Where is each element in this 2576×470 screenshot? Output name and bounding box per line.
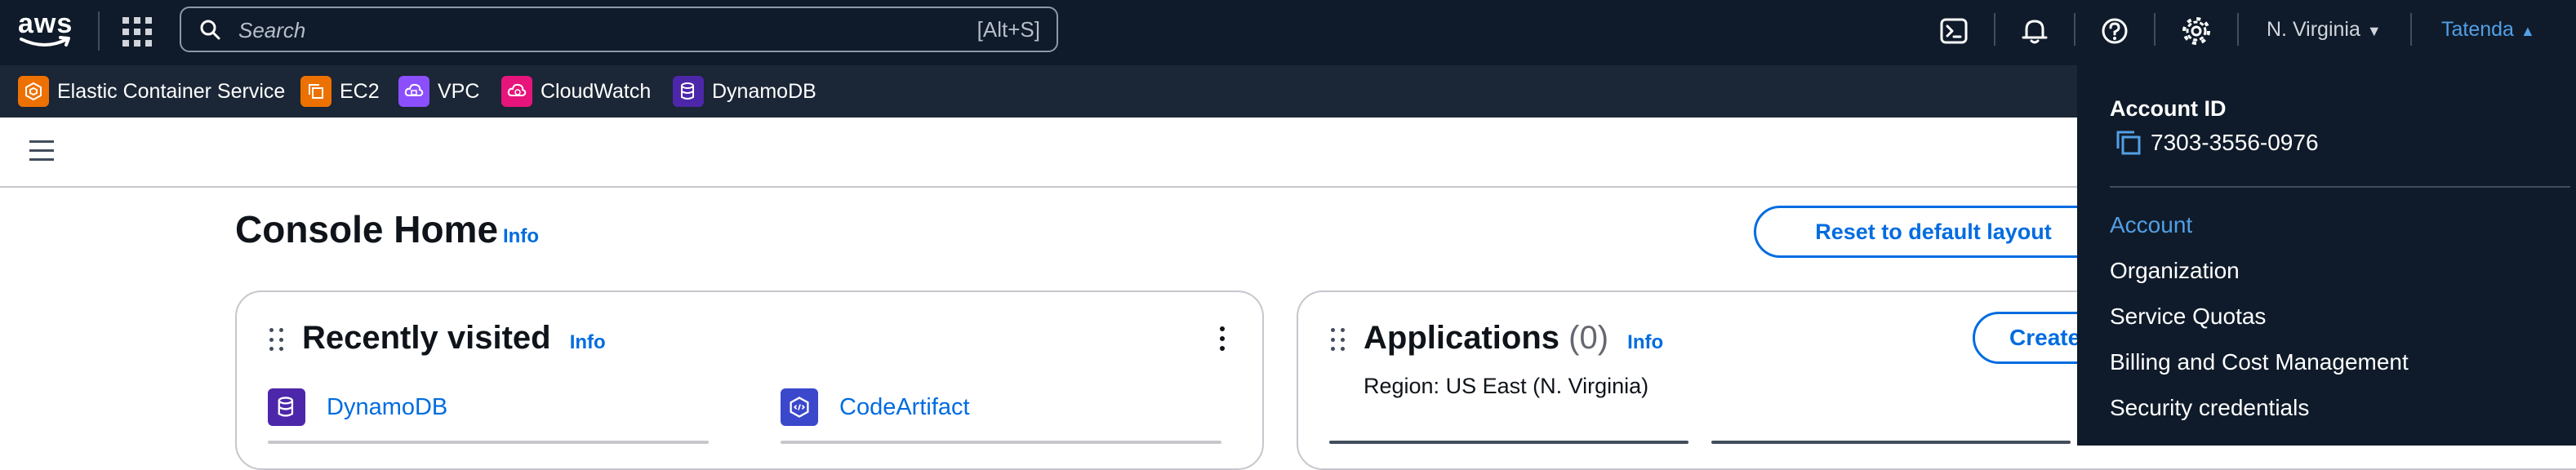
account-id-row: 7303-3556-0976 xyxy=(2115,129,2319,157)
dynamodb-service-icon xyxy=(268,388,305,426)
widget-title: Applications (0) Info xyxy=(1364,320,1663,357)
favorite-label: CloudWatch xyxy=(541,79,652,103)
caret-down-icon: ▼ xyxy=(2366,23,2382,39)
divider xyxy=(2410,13,2412,46)
bell-icon[interactable] xyxy=(2018,15,2051,47)
vpc-service-icon xyxy=(398,76,429,107)
ec2-service-icon xyxy=(300,76,331,107)
recent-item-codeartifact[interactable]: CodeArtifact xyxy=(781,388,970,426)
favorite-label: DynamoDB xyxy=(712,79,816,103)
menu-item-organization[interactable]: Organization xyxy=(2110,256,2409,302)
widget-title-text: Recently visited xyxy=(302,320,551,356)
widget-info-link[interactable]: Info xyxy=(1627,331,1663,353)
divider xyxy=(2154,13,2156,46)
page-info-link[interactable]: Info xyxy=(503,225,539,248)
divider xyxy=(781,441,1221,444)
favorite-label: Elastic Container Service xyxy=(57,79,286,103)
divider xyxy=(2237,13,2239,46)
help-icon[interactable] xyxy=(2098,15,2131,47)
widget-info-link[interactable]: Info xyxy=(570,331,606,353)
account-dropdown: Account ID 7303-3556-0976 Account Organi… xyxy=(2077,64,2576,446)
more-options-icon[interactable] xyxy=(1220,326,1226,352)
account-id-value: 7303-3556-0976 xyxy=(2151,130,2319,155)
divider xyxy=(1994,13,1995,46)
applications-region: Region: US East (N. Virginia) xyxy=(1364,374,1649,398)
apps-grid-icon[interactable] xyxy=(122,17,152,47)
search-icon xyxy=(200,20,220,40)
region-label: N. Virginia xyxy=(2267,18,2360,41)
account-menu-list: Account Organization Service Quotas Bill… xyxy=(2110,211,2409,439)
user-name: Tatenda xyxy=(2441,18,2514,41)
aws-smile-icon xyxy=(20,36,70,47)
divider xyxy=(1329,441,1688,444)
top-navigation: aws [Alt+S] N. xyxy=(0,0,2576,64)
divider xyxy=(2074,13,2075,46)
divider xyxy=(1711,441,2071,444)
favorite-ecs[interactable]: Elastic Container Service xyxy=(18,75,285,108)
menu-item-security-credentials[interactable]: Security credentials xyxy=(2110,393,2409,439)
favorite-vpc[interactable]: VPC xyxy=(398,75,479,108)
reset-layout-button[interactable]: Reset to default layout xyxy=(1754,206,2113,258)
codeartifact-service-icon xyxy=(781,388,818,426)
dynamodb-service-icon xyxy=(673,76,704,107)
drag-handle-icon[interactable] xyxy=(1331,328,1346,352)
applications-count: (0) xyxy=(1568,320,1609,356)
favorite-dynamodb[interactable]: DynamoDB xyxy=(673,75,816,108)
recent-item-dynamodb[interactable]: DynamoDB xyxy=(268,388,447,426)
page-title: Console Home xyxy=(235,208,499,251)
recent-item-label: CodeArtifact xyxy=(839,393,970,420)
cloudwatch-service-icon xyxy=(501,76,532,107)
aws-logo[interactable]: aws xyxy=(18,8,72,54)
favorite-label: EC2 xyxy=(340,79,380,103)
search-box[interactable]: [Alt+S] xyxy=(180,7,1058,52)
favorite-label: VPC xyxy=(438,79,480,103)
divider xyxy=(2110,186,2570,188)
divider xyxy=(98,11,100,51)
account-menu-trigger[interactable]: Tatenda ▲ xyxy=(2441,18,2535,42)
divider xyxy=(268,441,709,444)
cloudshell-icon[interactable] xyxy=(1938,15,1971,47)
copy-icon[interactable] xyxy=(2115,129,2142,157)
caret-up-icon: ▲ xyxy=(2520,23,2535,39)
recently-visited-widget: Recently visited Info DynamoDB CodeArtif… xyxy=(235,290,1264,470)
ecs-service-icon xyxy=(18,76,49,107)
favorite-cloudwatch[interactable]: CloudWatch xyxy=(501,75,651,108)
region-selector[interactable]: N. Virginia ▼ xyxy=(2267,18,2382,42)
menu-item-account[interactable]: Account xyxy=(2110,211,2409,256)
menu-item-service-quotas[interactable]: Service Quotas xyxy=(2110,302,2409,348)
favorite-ec2[interactable]: EC2 xyxy=(300,75,380,108)
recent-item-label: DynamoDB xyxy=(327,393,448,420)
menu-icon[interactable] xyxy=(29,140,56,162)
widget-title-text: Applications xyxy=(1364,320,1560,356)
gear-icon[interactable] xyxy=(2180,15,2213,47)
menu-item-billing[interactable]: Billing and Cost Management xyxy=(2110,348,2409,393)
drag-handle-icon[interactable] xyxy=(269,328,284,352)
widget-title: Recently visited Info xyxy=(302,320,606,357)
search-shortcut-hint: [Alt+S] xyxy=(977,17,1040,42)
account-id-label: Account ID xyxy=(2110,96,2227,121)
search-input[interactable] xyxy=(237,16,812,45)
